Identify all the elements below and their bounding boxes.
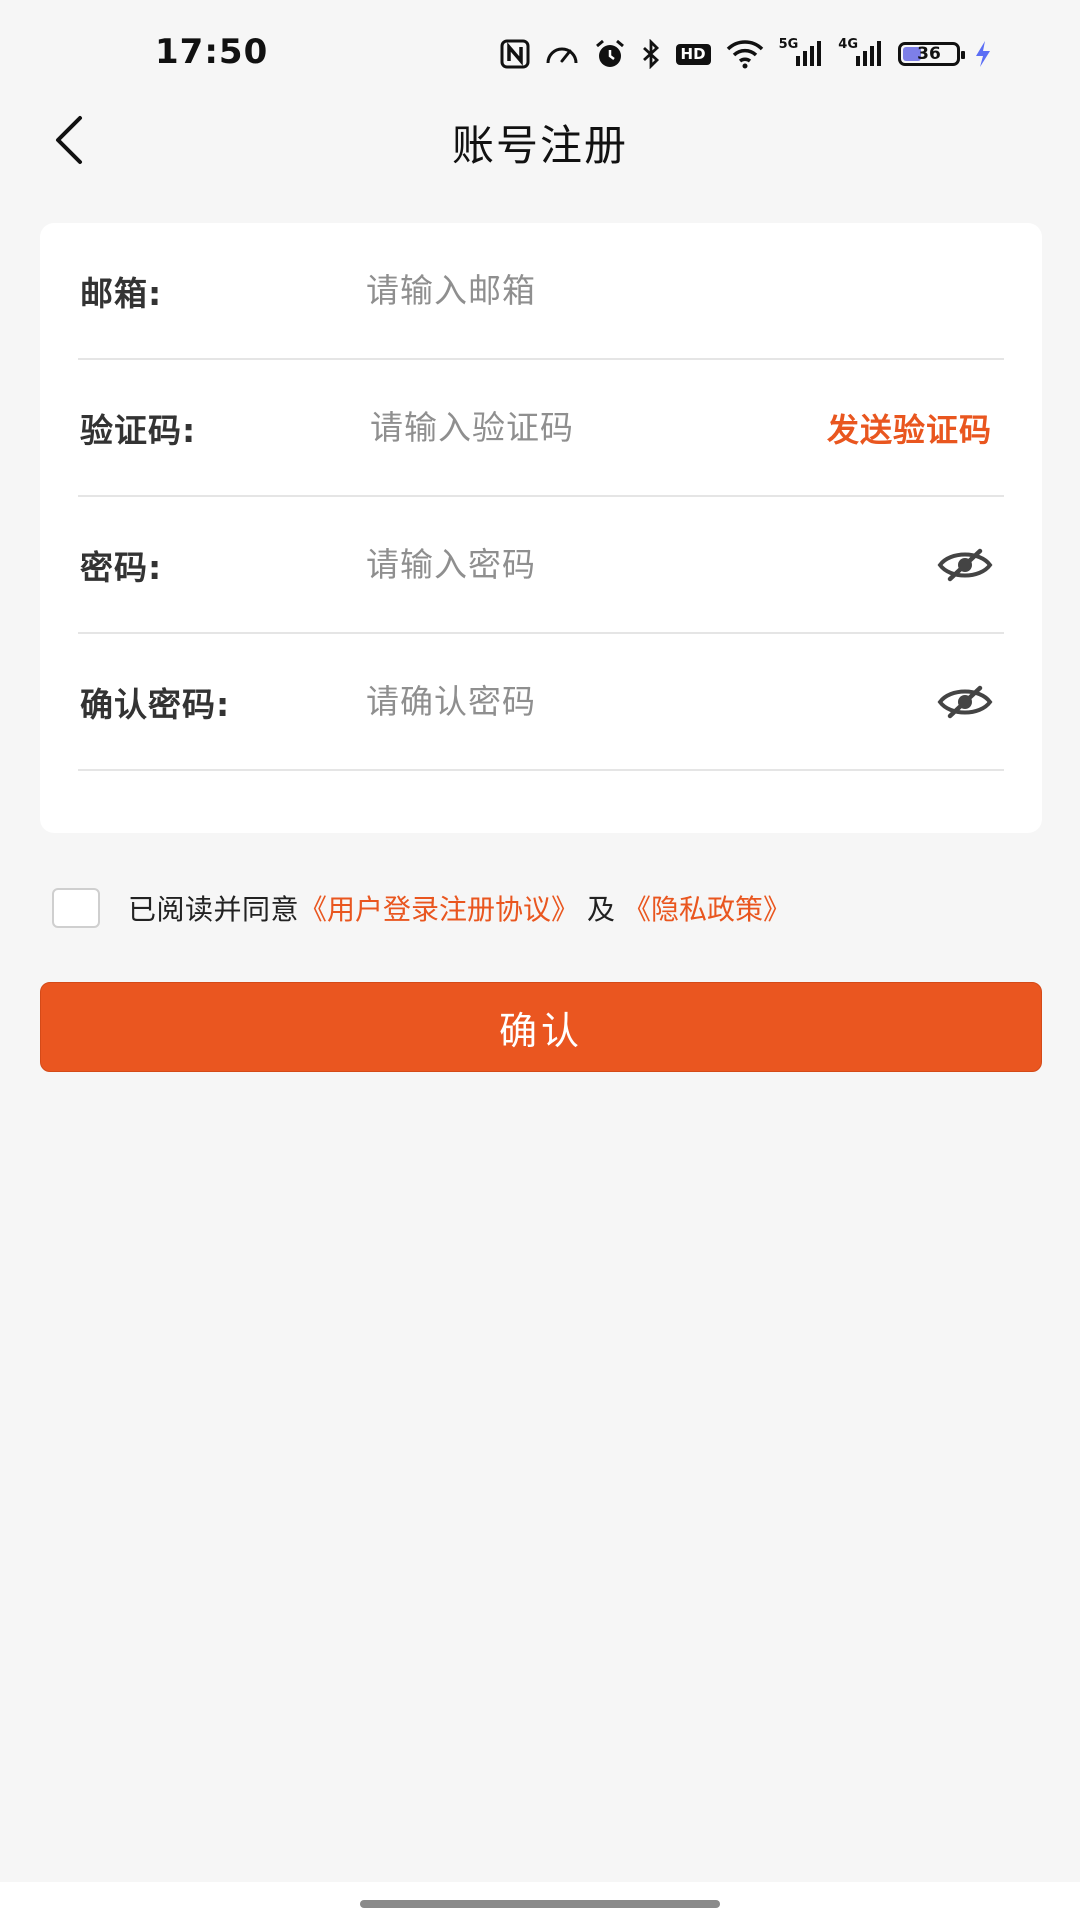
bluetooth-icon — [640, 36, 662, 72]
battery-icon: 36 — [898, 36, 965, 72]
charging-icon — [974, 36, 992, 72]
page-title: 账号注册 — [451, 121, 628, 170]
email-row: 邮箱: — [78, 223, 1004, 360]
agreement-prefix: 已阅读并同意 — [128, 893, 300, 926]
network-label-5g: 5G — [778, 36, 799, 52]
hd-label: HD — [675, 43, 711, 65]
privacy-policy-link[interactable]: 《隐私政策》 — [623, 888, 791, 928]
status-bar: 17:50 HD 5G 4G 36 — [0, 0, 1080, 110]
verification-code-input[interactable] — [370, 399, 790, 456]
confirm-button[interactable]: 确认 — [40, 982, 1042, 1072]
verification-code-label: 验证码: — [80, 410, 197, 450]
battery-indicator: 36 — [898, 42, 965, 66]
battery-cap — [961, 51, 965, 59]
registration-form: 邮箱: 验证码: 发送验证码 密码: 确认密码: — [40, 223, 1042, 833]
email-input[interactable] — [366, 262, 786, 319]
agreement-conjunction: 及 — [587, 893, 616, 926]
eye-off-icon — [937, 548, 993, 581]
confirm-password-row: 确认密码: — [78, 634, 1004, 771]
navigation-bar — [0, 1882, 1080, 1920]
signal-4g-icon: 4G — [838, 36, 884, 72]
status-icons: HD 5G 4G 36 — [500, 36, 992, 72]
nfc-icon — [500, 36, 530, 72]
speedometer-icon — [544, 36, 580, 72]
hd-voice-icon: HD — [675, 36, 711, 72]
verification-code-row: 验证码: 发送验证码 — [78, 360, 1004, 497]
send-code-button[interactable]: 发送验证码 — [827, 405, 992, 451]
agreement-checkbox[interactable] — [52, 888, 100, 928]
email-label: 邮箱: — [80, 273, 163, 313]
eye-off-icon — [937, 685, 993, 718]
password-input[interactable] — [366, 536, 786, 593]
agreement-row: 已阅读并同意 《用户登录注册协议》 及 《隐私政策》 — [52, 886, 791, 930]
confirm-password-input[interactable] — [366, 673, 786, 730]
confirm-password-label: 确认密码: — [80, 684, 231, 724]
terms-link[interactable]: 《用户登录注册协议》 — [299, 888, 579, 928]
battery-level: 36 — [917, 43, 941, 64]
alarm-icon — [594, 36, 626, 72]
password-row: 密码: — [78, 497, 1004, 634]
signal-5g-icon: 5G — [779, 36, 825, 72]
confirm-password-visibility-toggle[interactable] — [936, 682, 994, 722]
password-visibility-toggle[interactable] — [936, 545, 994, 585]
header: 账号注册 — [0, 100, 1080, 180]
status-time: 17:50 — [155, 32, 269, 72]
wifi-icon — [725, 36, 765, 72]
home-indicator[interactable] — [360, 1900, 720, 1908]
password-label: 密码: — [80, 547, 163, 587]
network-label-4g: 4G — [838, 36, 858, 52]
